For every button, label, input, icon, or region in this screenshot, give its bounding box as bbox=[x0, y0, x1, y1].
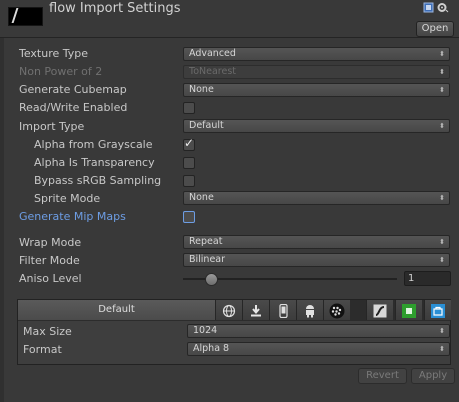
chevron-updown-icon: ⬍ bbox=[439, 122, 445, 130]
header-divider bbox=[0, 37, 459, 38]
inspector-title: flow Import Settings bbox=[49, 1, 181, 16]
flash-icon[interactable] bbox=[366, 300, 393, 320]
max-size-label: Max Size bbox=[23, 325, 72, 338]
gear-icon[interactable] bbox=[437, 2, 449, 13]
blackberry-icon[interactable] bbox=[323, 300, 350, 320]
max-size-dropdown[interactable]: 1024 ⬍ bbox=[187, 324, 450, 338]
left-edge bbox=[0, 38, 4, 402]
sprite-mode-label: Sprite Mode bbox=[34, 192, 101, 205]
aniso-level-input[interactable]: 1 bbox=[404, 271, 451, 286]
import-type-value: Default bbox=[189, 120, 224, 131]
wrap-mode-dropdown[interactable]: Repeat ⬍ bbox=[183, 235, 450, 249]
help-book-icon[interactable] bbox=[423, 2, 434, 13]
filter-mode-dropdown[interactable]: Bilinear ⬍ bbox=[183, 253, 450, 267]
non-power-of-2-dropdown: ToNearest ⬍ bbox=[183, 65, 450, 79]
alpha-from-grayscale-checkbox[interactable]: ✓ bbox=[183, 136, 195, 151]
read-write-label: Read/Write Enabled bbox=[19, 101, 128, 114]
download-icon[interactable] bbox=[242, 300, 269, 320]
chevron-updown-icon: ⬍ bbox=[439, 256, 445, 264]
non-power-of-2-label: Non Power of 2 bbox=[19, 65, 103, 78]
android-icon[interactable] bbox=[296, 300, 323, 320]
generate-mip-maps-checkbox[interactable] bbox=[183, 211, 195, 223]
chevron-updown-icon: ⬍ bbox=[439, 327, 445, 335]
format-value: Alpha 8 bbox=[193, 343, 230, 354]
wrap-mode-label: Wrap Mode bbox=[19, 236, 82, 249]
wrap-mode-value: Repeat bbox=[189, 236, 223, 247]
read-write-checkbox[interactable] bbox=[183, 102, 195, 114]
format-dropdown[interactable]: Alpha 8 ⬍ bbox=[187, 342, 450, 356]
alpha-is-transparency-label: Alpha Is Transparency bbox=[34, 156, 155, 169]
xbox-icon[interactable] bbox=[395, 300, 422, 320]
generate-cubemap-label: Generate Cubemap bbox=[19, 83, 127, 96]
aniso-level-label: Aniso Level bbox=[19, 272, 82, 285]
generate-mip-maps-label: Generate Mip Maps bbox=[19, 210, 126, 223]
filter-mode-value: Bilinear bbox=[189, 254, 226, 265]
windows-store-icon[interactable] bbox=[424, 300, 451, 320]
texture-type-label: Texture Type bbox=[19, 47, 89, 60]
generate-cubemap-dropdown[interactable]: None ⬍ bbox=[183, 83, 450, 97]
chevron-updown-icon: ⬍ bbox=[439, 194, 445, 202]
phone-icon[interactable] bbox=[269, 300, 296, 320]
globe-icon[interactable] bbox=[215, 300, 242, 320]
chevron-updown-icon: ⬍ bbox=[439, 50, 445, 58]
revert-button[interactable]: Revert bbox=[358, 368, 407, 384]
open-button[interactable]: Open bbox=[416, 21, 454, 37]
max-size-value: 1024 bbox=[193, 325, 218, 336]
chevron-updown-icon: ⬍ bbox=[439, 238, 445, 246]
non-power-of-2-value: ToNearest bbox=[189, 66, 236, 77]
bypass-srgb-checkbox[interactable] bbox=[183, 175, 195, 187]
texture-type-value: Advanced bbox=[189, 48, 236, 59]
tab-default[interactable]: Default bbox=[18, 300, 215, 320]
chevron-updown-icon: ⬍ bbox=[439, 68, 445, 76]
generate-cubemap-value: None bbox=[189, 84, 214, 95]
filter-mode-label: Filter Mode bbox=[19, 254, 80, 267]
import-type-label: Import Type bbox=[19, 120, 85, 133]
sprite-mode-value: None bbox=[189, 192, 214, 203]
aniso-level-slider-thumb[interactable] bbox=[205, 273, 219, 286]
apply-button[interactable]: Apply bbox=[411, 368, 455, 384]
format-label: Format bbox=[23, 343, 62, 356]
sprite-mode-dropdown[interactable]: None ⬍ bbox=[183, 191, 450, 205]
import-type-dropdown[interactable]: Default ⬍ bbox=[183, 119, 450, 133]
bypass-srgb-label: Bypass sRGB Sampling bbox=[34, 174, 162, 187]
texture-type-dropdown[interactable]: Advanced ⬍ bbox=[183, 47, 450, 61]
alpha-is-transparency-checkbox[interactable] bbox=[183, 157, 195, 169]
chevron-updown-icon: ⬍ bbox=[439, 86, 445, 94]
checkmark-icon: ✓ bbox=[184, 136, 195, 150]
alpha-from-grayscale-label: Alpha from Grayscale bbox=[34, 138, 153, 151]
chevron-updown-icon: ⬍ bbox=[439, 345, 445, 353]
